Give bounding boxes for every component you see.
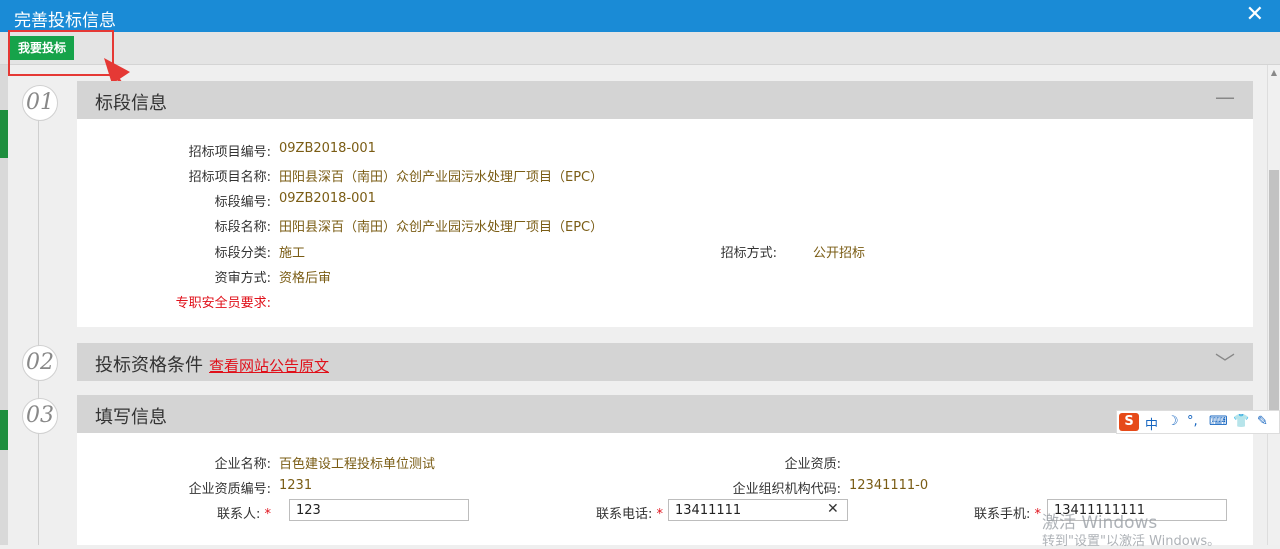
contact-person-input[interactable] [289, 499, 469, 521]
dialog-content: 01 标段信息 — 招标项目编号: 09ZB2018-001 招标项目名称: 田… [0, 65, 1268, 545]
step-number: 03 [22, 398, 58, 434]
section-header-bid-section[interactable]: 标段信息 — [77, 81, 1253, 119]
view-announcement-link[interactable]: 查看网站公告原文 [209, 357, 329, 375]
contact-phone-label: 联系电话: * [595, 507, 663, 522]
step-number: 01 [22, 85, 58, 121]
activation-watermark-subtitle: 转到"设置"以激活 Windows。 [1042, 534, 1221, 549]
tools-icon[interactable]: ✎ [1257, 414, 1268, 429]
moon-icon[interactable]: ☽ [1167, 414, 1179, 429]
timeline-line [38, 105, 39, 545]
ime-toolbar[interactable]: S 中 ☽ °, ⌨ 👕 ✎ [1116, 410, 1280, 434]
section-body-bid-section: 招标项目编号: 09ZB2018-001 招标项目名称: 田阳县深百（南田）众创… [77, 119, 1253, 327]
chevron-down-icon[interactable]: ﹀ [1215, 347, 1235, 376]
submit-bid-button[interactable]: 我要投标 [10, 36, 75, 60]
scrollbar-thumb[interactable] [1269, 170, 1279, 410]
ime-mode-indicator[interactable]: 中 [1145, 414, 1158, 433]
dialog-titlebar: 完善投标信息 ✕ [0, 0, 1280, 32]
section-title: 标段信息 [95, 93, 167, 114]
section-title: 填写信息 [95, 407, 167, 428]
skin-icon[interactable]: 👕 [1233, 414, 1249, 429]
dialog-title: 完善投标信息 [14, 11, 116, 31]
dialog-toolbar: 我要投标 [0, 32, 1280, 65]
close-icon[interactable]: ✕ [1246, 3, 1264, 27]
punctuation-icon[interactable]: °, [1187, 414, 1198, 429]
mobile-phone-label: 联系手机: * [973, 507, 1041, 522]
section-title: 投标资格条件 查看网站公告原文 [95, 355, 330, 376]
sogou-logo-icon: S [1119, 413, 1139, 431]
section-header-qualification[interactable]: 投标资格条件 查看网站公告原文 ﹀ [77, 343, 1253, 381]
contact-phone-input[interactable] [668, 499, 848, 521]
section-header-fill-info[interactable]: 填写信息 [77, 395, 1253, 433]
keyboard-icon[interactable]: ⌨ [1209, 414, 1228, 429]
scroll-up-arrow-icon[interactable]: ▲ [1269, 68, 1279, 78]
collapse-icon[interactable]: — [1215, 85, 1235, 109]
step-number: 02 [22, 345, 58, 381]
clear-icon[interactable]: ✕ [827, 501, 839, 517]
contact-person-label: 联系人: * [216, 507, 271, 522]
